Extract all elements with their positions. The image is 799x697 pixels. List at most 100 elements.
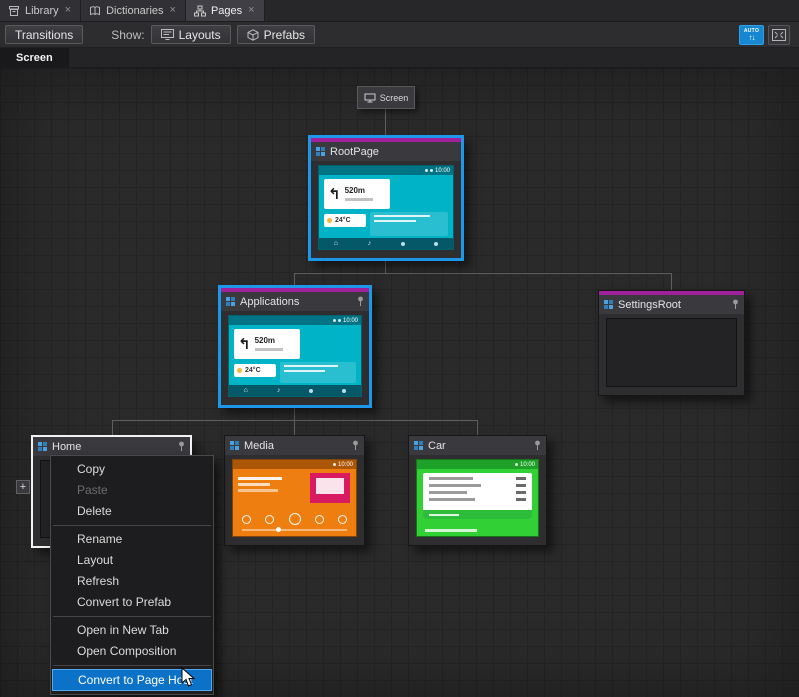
sun-icon — [237, 368, 242, 373]
tab-dictionaries-label: Dictionaries — [106, 5, 163, 17]
rootpage-thumbnail: 10:00 ↰ 520m 24°C — [318, 165, 454, 250]
weather-widget: 24°C — [324, 214, 366, 227]
menu-item-rename[interactable]: Rename — [51, 529, 213, 550]
auto-arrange-button[interactable]: AUTO ↑↓ — [739, 25, 764, 45]
menu-item-copy[interactable]: Copy — [51, 459, 213, 480]
media-thumbnail: 10:00 — [232, 459, 357, 537]
status-dot-icon — [515, 463, 518, 466]
node-applications-titlebar[interactable]: Applications — [221, 292, 369, 311]
connector-line — [112, 420, 113, 435]
status-time: 10:00 — [343, 318, 358, 324]
node-rootpage[interactable]: RootPage 10:00 ↰ 520m 24°C — [308, 135, 464, 261]
tab-library[interactable]: Library × — [0, 0, 81, 21]
stat-value-bar — [516, 498, 526, 501]
track-text-bar — [238, 489, 278, 492]
dictionaries-icon — [89, 5, 101, 17]
node-home-titlebar[interactable]: Home — [33, 437, 190, 456]
node-media[interactable]: Media 10:00 — [224, 435, 365, 546]
menu-separator — [53, 525, 211, 526]
stats-row — [429, 491, 526, 494]
context-menu: Copy Paste Delete Rename Layout Refresh … — [50, 455, 214, 695]
status-time: 10:00 — [435, 168, 450, 174]
status-dot-icon — [425, 169, 428, 172]
connector-line — [294, 420, 295, 435]
media-button-icon — [265, 515, 274, 524]
street-text-bar — [345, 198, 373, 201]
node-settingsroot-titlebar[interactable]: SettingsRoot — [599, 295, 744, 314]
media-button-icon — [242, 515, 251, 524]
screen-document-tab[interactable]: Screen — [0, 48, 69, 67]
sun-icon — [327, 218, 332, 223]
page-icon — [226, 297, 235, 306]
toolbar: Transitions Show: Layouts Prefabs AUTO ↑… — [0, 22, 799, 48]
prefabs-toggle-button[interactable]: Prefabs — [237, 25, 315, 44]
node-media-titlebar[interactable]: Media — [225, 436, 364, 455]
status-dot-icon — [430, 169, 433, 172]
monitor-icon — [364, 93, 376, 103]
stats-row — [429, 477, 526, 480]
connector-line — [671, 273, 672, 290]
menu-item-refresh[interactable]: Refresh — [51, 571, 213, 592]
pin-icon[interactable] — [534, 440, 541, 451]
transitions-button-label: Transitions — [15, 28, 73, 42]
tab-dictionaries[interactable]: Dictionaries × — [81, 0, 186, 21]
dock-dot-icon — [342, 389, 346, 393]
statusbar: 10:00 — [229, 316, 361, 325]
pages-editor-window: Library × Dictionaries × Pages × Transit… — [0, 0, 799, 697]
menu-item-delete[interactable]: Delete — [51, 501, 213, 522]
node-media-label: Media — [244, 440, 274, 452]
connector-line — [112, 420, 478, 421]
menu-separator — [53, 616, 211, 617]
menu-item-convert-to-prefab[interactable]: Convert to Prefab — [51, 592, 213, 613]
menu-item-open-composition[interactable]: Open Composition — [51, 641, 213, 662]
stat-value-bar — [516, 484, 526, 487]
pin-icon[interactable] — [178, 441, 185, 452]
distance-value: 520m — [345, 187, 373, 196]
turn-left-icon: ↰ — [238, 337, 251, 352]
connector-line — [477, 420, 478, 435]
connector-line — [294, 273, 295, 285]
transitions-button[interactable]: Transitions — [5, 25, 83, 44]
node-settingsroot[interactable]: SettingsRoot — [598, 290, 745, 396]
layouts-toggle-button[interactable]: Layouts — [151, 25, 231, 44]
navigation-card: ↰ 520m — [324, 179, 390, 209]
track-text-bar — [238, 483, 270, 486]
status-time: 10:00 — [520, 462, 535, 468]
status-dot-icon — [333, 319, 336, 322]
pin-icon[interactable] — [352, 440, 359, 451]
stat-label-bar — [429, 477, 473, 480]
close-icon[interactable]: × — [64, 5, 72, 16]
close-icon[interactable]: × — [247, 5, 255, 16]
fit-to-screen-button[interactable] — [768, 25, 790, 45]
note-icon: ♪ — [368, 240, 372, 247]
progress-bar — [242, 529, 347, 531]
pin-icon[interactable] — [732, 299, 739, 310]
mouse-cursor — [181, 667, 197, 694]
dock-bar: ⌂ ♪ — [319, 238, 453, 249]
expand-node-button[interactable]: + — [16, 480, 30, 494]
page-tree-canvas[interactable]: Screen RootPage 10:00 ↰ 520m — [0, 68, 799, 697]
weather-widget: 24°C — [234, 364, 276, 377]
node-rootpage-titlebar[interactable]: RootPage — [311, 142, 461, 161]
node-home-label: Home — [52, 441, 81, 453]
close-icon[interactable]: × — [169, 5, 177, 16]
notification-panel — [280, 362, 356, 383]
statusbar: 10:00 — [233, 460, 356, 469]
node-car[interactable]: Car 10:00 — [408, 435, 547, 546]
node-applications-label: Applications — [240, 296, 299, 308]
status-time: 10:00 — [338, 462, 353, 468]
text-bar — [284, 370, 325, 372]
node-car-titlebar[interactable]: Car — [409, 436, 546, 455]
toolbar-right-group: AUTO ↑↓ — [739, 25, 790, 45]
temperature-value: 24°C — [245, 367, 261, 374]
node-applications[interactable]: Applications 10:00 ↰ 520m — [218, 285, 372, 408]
eco-strip — [423, 510, 532, 519]
tab-pages[interactable]: Pages × — [186, 0, 265, 21]
node-screen[interactable]: Screen — [357, 86, 415, 109]
menu-item-layout[interactable]: Layout — [51, 550, 213, 571]
pin-icon[interactable] — [357, 296, 364, 307]
status-dot-icon — [338, 319, 341, 322]
dock-dot-icon — [309, 389, 313, 393]
view-tab-bar: Library × Dictionaries × Pages × — [0, 0, 799, 22]
menu-item-open-in-new-tab[interactable]: Open in New Tab — [51, 620, 213, 641]
